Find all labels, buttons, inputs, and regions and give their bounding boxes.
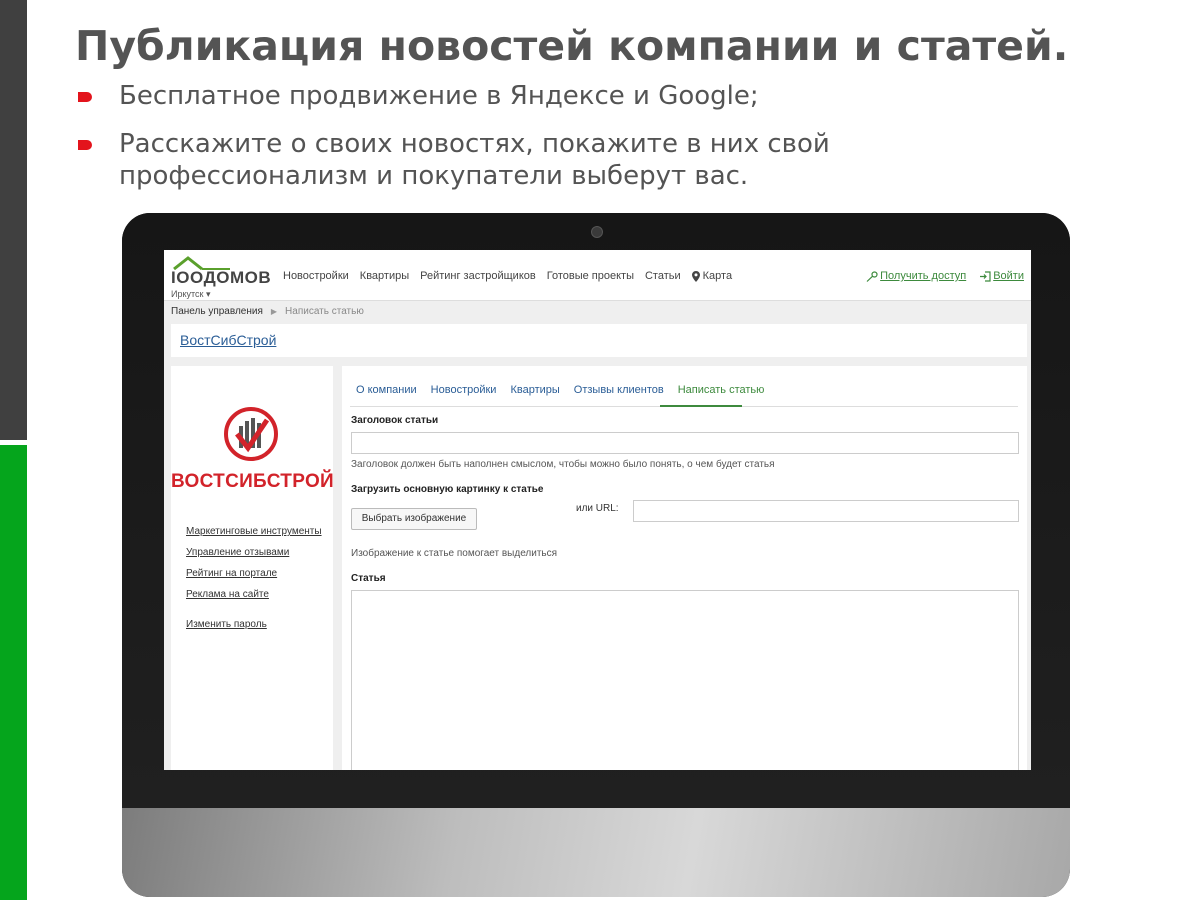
city-selector[interactable]: Иркутск ▾ xyxy=(171,289,211,300)
breadcrumb-item-current: Написать статью xyxy=(285,306,364,317)
main-nav: Новостройки Квартиры Рейтинг застройщико… xyxy=(283,270,743,282)
image-url-input[interactable] xyxy=(633,500,1019,522)
active-tab-indicator xyxy=(660,405,742,407)
sidebar-item-change-password[interactable]: Изменить пароль xyxy=(186,619,322,630)
header-actions: Получить доступ Войти xyxy=(866,270,1024,282)
map-pin-icon xyxy=(691,271,700,282)
image-label: Загрузить основную картинку к статье xyxy=(351,484,544,495)
bullet-item: Бесплатное продвижение в Яндексе и Googl… xyxy=(78,80,759,112)
company-sidebar: ВОСТСИБСТРОЙ Маркетинговые инструменты У… xyxy=(171,366,334,770)
logo-text: IOOДОМОВ xyxy=(171,268,272,287)
tab-reviews[interactable]: Отзывы клиентов xyxy=(574,384,664,396)
monitor-frame: IOOДОМОВ Иркутск ▾ Новостройки Квартиры … xyxy=(122,213,1070,897)
bullet-marker-icon xyxy=(78,140,92,150)
website-screen: IOOДОМОВ Иркутск ▾ Новостройки Квартиры … xyxy=(164,250,1031,770)
tab-novostroyki[interactable]: Новостройки xyxy=(431,384,497,396)
sidebar-item-ads[interactable]: Реклама на сайте xyxy=(186,589,322,600)
title-label: Заголовок статьи xyxy=(351,415,439,426)
nav-item-articles[interactable]: Статьи xyxy=(645,270,681,282)
nav-item-novostroyki[interactable]: Новостройки xyxy=(283,270,349,282)
camera-icon xyxy=(591,226,603,238)
login-link[interactable]: Войти xyxy=(993,270,1024,282)
breadcrumb: Панель управления ▶ Написать статью xyxy=(171,306,364,317)
company-brand-name: ВОСТСИБСТРОЙ xyxy=(171,471,334,492)
company-link[interactable]: ВостСибСтрой xyxy=(180,332,276,348)
tab-kvartiry[interactable]: Квартиры xyxy=(510,384,559,396)
bullet-item: Расскажите о своих новостях, покажите в … xyxy=(78,128,898,192)
sidebar-item-marketing[interactable]: Маркетинговые инструменты xyxy=(186,526,322,537)
breadcrumb-arrow-icon: ▶ xyxy=(270,307,278,316)
site-header: IOOДОМОВ Иркутск ▾ Новостройки Квартиры … xyxy=(164,250,1031,301)
tab-about[interactable]: О компании xyxy=(356,384,417,396)
article-textarea[interactable] xyxy=(351,590,1019,770)
title-input[interactable] xyxy=(351,432,1019,454)
company-header: ВостСибСтрой xyxy=(171,324,1027,357)
slide-side-bar-green xyxy=(0,445,27,900)
bullet-text: Бесплатное продвижение в Яндексе и Googl… xyxy=(119,81,759,111)
slide-side-bar-dark xyxy=(0,0,27,440)
get-access-link[interactable]: Получить доступ xyxy=(880,270,966,282)
sidebar-links: Маркетинговые инструменты Управление отз… xyxy=(186,526,322,640)
nav-item-kvartiry[interactable]: Квартиры xyxy=(360,270,409,282)
bullet-text: Расскажите о своих новостях, покажите в … xyxy=(119,129,830,191)
sidebar-item-reviews[interactable]: Управление отзывами xyxy=(186,547,322,558)
login-icon xyxy=(980,271,991,282)
company-emblem-icon xyxy=(224,407,278,461)
nav-item-projects[interactable]: Готовые проекты xyxy=(547,270,634,282)
article-editor: О компании Новостройки Квартиры Отзывы к… xyxy=(342,366,1027,770)
choose-image-button[interactable]: Выбрать изображение xyxy=(351,508,477,530)
tab-write-article[interactable]: Написать статью xyxy=(678,384,765,396)
title-hint: Заголовок должен быть наполнен смыслом, … xyxy=(351,459,775,470)
sidebar-item-rating[interactable]: Рейтинг на портале xyxy=(186,568,322,579)
monitor-chin xyxy=(122,808,1070,897)
slide-title: Публикация новостей компании и статей. xyxy=(75,22,1069,70)
nav-item-map[interactable]: Карта xyxy=(703,270,732,282)
bullet-marker-icon xyxy=(78,92,92,102)
article-label: Статья xyxy=(351,573,386,584)
nav-item-rating[interactable]: Рейтинг застройщиков xyxy=(420,270,536,282)
image-hint: Изображение к статье помогает выделиться xyxy=(351,548,558,559)
key-icon xyxy=(866,271,878,282)
url-label: или URL: xyxy=(576,503,619,514)
company-tabs: О компании Новостройки Квартиры Отзывы к… xyxy=(356,384,778,396)
breadcrumb-item-dashboard[interactable]: Панель управления xyxy=(171,306,263,317)
